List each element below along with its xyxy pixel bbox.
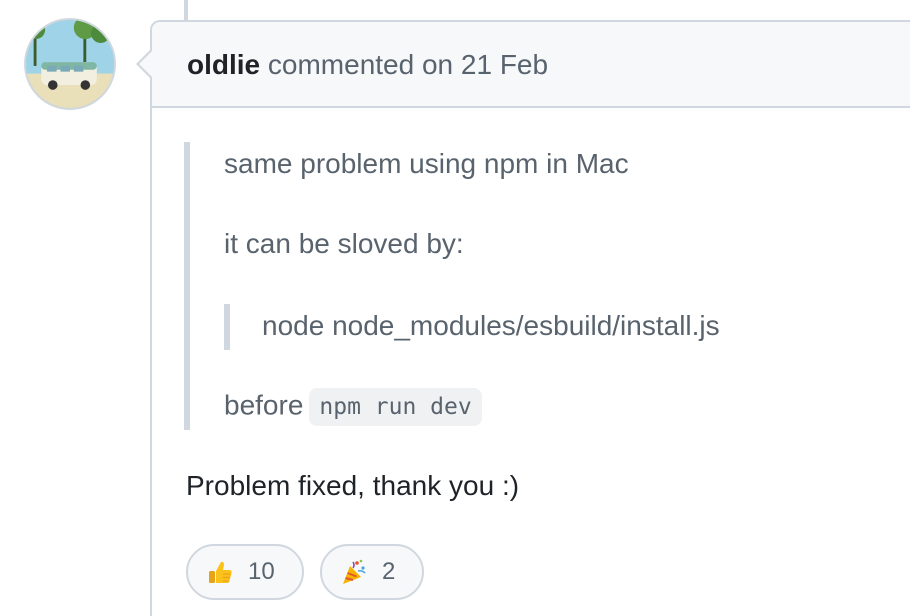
timeline-connector <box>184 0 188 20</box>
reaction-thumbs-up-button[interactable]: 10 <box>186 544 304 600</box>
quote-line-2: it can be sloved by: <box>224 228 464 259</box>
reaction-count: 10 <box>248 558 275 585</box>
quote-line-3-prefix: before <box>224 389 304 421</box>
thumbs-up-icon <box>206 558 234 586</box>
reaction-party-button[interactable]: 2 <box>320 544 424 600</box>
comment-arrow-fill <box>139 50 153 78</box>
avatar-image <box>26 20 114 108</box>
comment-author[interactable]: oldlie <box>187 49 260 80</box>
reaction-count: 2 <box>382 558 396 585</box>
comment-timestamp[interactable]: commented on 21 Feb <box>268 49 548 80</box>
party-popper-icon <box>340 558 368 586</box>
comment-header: oldlie commented on 21 Feb <box>152 22 910 108</box>
comment-body: Problem fixed, thank you :) <box>186 470 520 501</box>
quote-line-1: same problem using npm in Mac <box>224 148 629 179</box>
avatar[interactable] <box>24 18 116 110</box>
blockquote <box>184 142 784 430</box>
quote-line-3: before npm run dev <box>224 388 482 426</box>
issue-timeline: oldlie commented on 21 Feb same problem … <box>0 0 910 616</box>
inline-code: npm run dev <box>309 388 482 426</box>
nested-quote-text: node node_modules/esbuild/install.js <box>262 310 720 341</box>
